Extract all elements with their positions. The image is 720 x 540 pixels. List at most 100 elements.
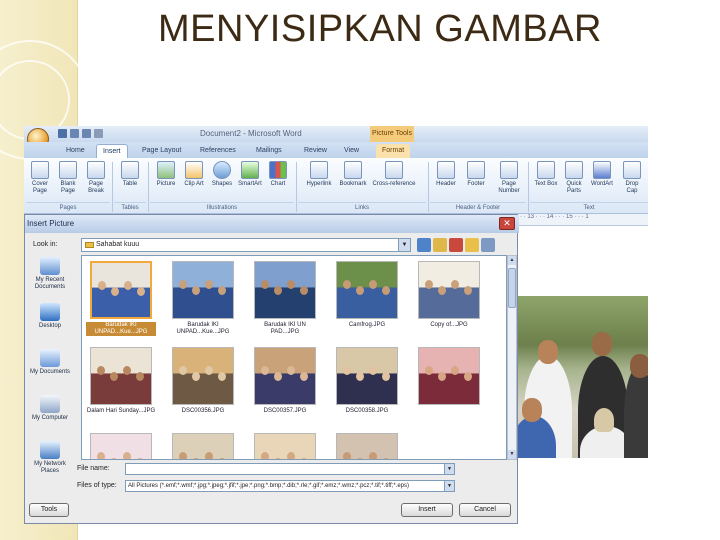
thumbnail-person-head <box>111 287 119 296</box>
chart-button[interactable]: Chart <box>266 161 290 188</box>
thumbnail-image <box>90 433 152 459</box>
chart-icon <box>269 161 287 179</box>
thumbnail-item[interactable] <box>414 344 484 424</box>
thumbnail-image <box>418 261 480 319</box>
chevron-down-icon[interactable]: ▼ <box>444 481 454 491</box>
views-icon[interactable] <box>481 238 495 252</box>
place-my-network-places[interactable]: My Network Places <box>27 439 73 483</box>
file-type-select[interactable]: All Pictures (*.emf;*.wmf;*.jpg;*.jpeg;*… <box>125 480 455 492</box>
clip-art-button[interactable]: Clip Art <box>182 161 206 188</box>
thumbnail-person-head <box>179 366 187 375</box>
tools-button[interactable]: Tools <box>29 503 69 517</box>
undo-icon[interactable] <box>70 129 79 138</box>
text-box-label: Text Box <box>534 181 558 187</box>
thumbnail-image <box>336 433 398 459</box>
place-label: My Computer <box>31 415 68 421</box>
horizontal-ruler: 12 · · · 13 · · · 14 · · · 15 · · · 1 <box>508 214 648 226</box>
group-label-header-footer: Header & Footer <box>430 202 526 212</box>
cover-page-button[interactable]: Cover Page <box>28 161 52 195</box>
quick-parts-button[interactable]: Quick Parts <box>562 161 586 195</box>
thumbnail-item[interactable] <box>168 430 238 459</box>
text-box-icon <box>537 161 555 179</box>
place-my-recent-documents[interactable]: My Recent Documents <box>27 255 73 299</box>
place-my-documents[interactable]: My Documents <box>27 347 73 391</box>
thumbnail-person-head <box>261 366 269 375</box>
thumbnail-person-head <box>382 458 390 459</box>
insert-button[interactable]: Insert <box>401 503 453 517</box>
vertical-scrollbar[interactable]: ▲ ▼ <box>507 255 517 460</box>
thumbnail-item[interactable]: Barudak IKI UN PAD...JPG <box>250 258 320 338</box>
scroll-down-icon[interactable]: ▼ <box>508 450 516 459</box>
thumbnail-label: DSC00356.JPG <box>181 408 225 414</box>
place-desktop[interactable]: Desktop <box>27 301 73 345</box>
table-button[interactable]: Table <box>118 161 142 188</box>
quick-access-toolbar: Document2 - Microsoft Word Picture Tools <box>24 126 648 142</box>
picture-button[interactable]: Picture <box>154 161 178 188</box>
thumbnail-item[interactable] <box>250 430 320 459</box>
thumbnail-person-head <box>356 372 364 381</box>
print-icon[interactable] <box>94 129 103 138</box>
cross-reference-button[interactable]: Cross-reference <box>370 161 418 188</box>
save-icon[interactable] <box>58 129 67 138</box>
tab-references[interactable]: References <box>194 144 242 158</box>
thumbnail-item[interactable]: Camfrog.JPG <box>332 258 402 338</box>
hyperlink-button[interactable]: Hyperlink <box>302 161 336 188</box>
thumbnail-item[interactable] <box>332 430 402 459</box>
back-icon[interactable] <box>417 238 431 252</box>
page-break-button[interactable]: Page Break <box>84 161 108 195</box>
footer-label: Footer <box>467 181 485 187</box>
thumbnail-person-head <box>97 366 105 375</box>
person-head <box>594 408 614 432</box>
thumbnail-person-head <box>300 458 308 459</box>
header-button[interactable]: Header <box>434 161 458 188</box>
tab-insert[interactable]: Insert <box>96 144 128 158</box>
thumbnail-item[interactable]: Copy of...JPG <box>414 258 484 338</box>
tab-format[interactable]: Format <box>376 144 411 158</box>
tab-review[interactable]: Review <box>298 144 333 158</box>
thumbnail-item[interactable] <box>86 430 156 459</box>
scroll-up-icon[interactable]: ▲ <box>508 256 516 265</box>
cancel-button[interactable]: Cancel <box>459 503 511 517</box>
thumbnail-item[interactable]: Barudak IKI UNPAD...Kue...JPG <box>86 258 156 338</box>
shapes-button[interactable]: Shapes <box>210 161 234 188</box>
file-name-input[interactable]: ▼ <box>125 463 455 475</box>
scroll-thumb[interactable] <box>508 268 516 308</box>
thumbnail-label: DSC00358.JPG <box>345 408 389 414</box>
up-folder-icon[interactable] <box>433 238 447 252</box>
smartart-button[interactable]: SmartArt <box>238 161 262 188</box>
thumbnail-item[interactable]: DSC00358.JPG <box>332 344 402 424</box>
inserted-group-photo[interactable] <box>518 296 648 458</box>
thumbnail-item[interactable]: DSC00356.JPG <box>168 344 238 424</box>
smartart-label: SmartArt <box>238 181 262 187</box>
delete-icon[interactable] <box>449 238 463 252</box>
thumbnail-label: Barudak IKI UNPAD...Kue...JPG <box>176 322 230 335</box>
thumbnail-item[interactable]: DSC00357.JPG <box>250 344 320 424</box>
page-number-button[interactable]: Page Number <box>494 161 524 195</box>
thumbnail-item[interactable]: Barudak IKI UNPAD...Kue...JPG <box>168 258 238 338</box>
thumbnail-image <box>254 347 316 405</box>
place-my-computer[interactable]: My Computer <box>27 393 73 437</box>
look-in-select[interactable]: Sahabat kuuu ▼ <box>81 238 411 252</box>
tab-page-layout[interactable]: Page Layout <box>136 144 187 158</box>
tab-home[interactable]: Home <box>60 144 91 158</box>
footer-button[interactable]: Footer <box>464 161 488 188</box>
drop-cap-button[interactable]: Drop Cap <box>620 161 644 195</box>
blank-page-icon <box>59 161 77 179</box>
new-folder-icon[interactable] <box>465 238 479 252</box>
chevron-down-icon[interactable]: ▼ <box>398 239 410 251</box>
wordart-button[interactable]: WordArt <box>590 161 614 188</box>
tab-mailings[interactable]: Mailings <box>250 144 288 158</box>
table-label: Table <box>122 181 138 187</box>
thumbnail-person-head <box>123 366 131 375</box>
recent-documents-icon <box>40 257 60 275</box>
thumbnail-person-head <box>425 366 433 375</box>
text-box-button[interactable]: Text Box <box>534 161 558 188</box>
bookmark-button[interactable]: Bookmark <box>338 161 368 188</box>
blank-page-button[interactable]: Blank Page <box>56 161 80 195</box>
thumbnail-item[interactable]: Dalam Hari Sunday...JPG <box>86 344 156 424</box>
chevron-down-icon[interactable]: ▼ <box>444 464 454 474</box>
tab-view[interactable]: View <box>338 144 365 158</box>
redo-icon[interactable] <box>82 129 91 138</box>
close-icon[interactable]: ✕ <box>499 217 515 230</box>
bookmark-icon <box>344 161 362 179</box>
